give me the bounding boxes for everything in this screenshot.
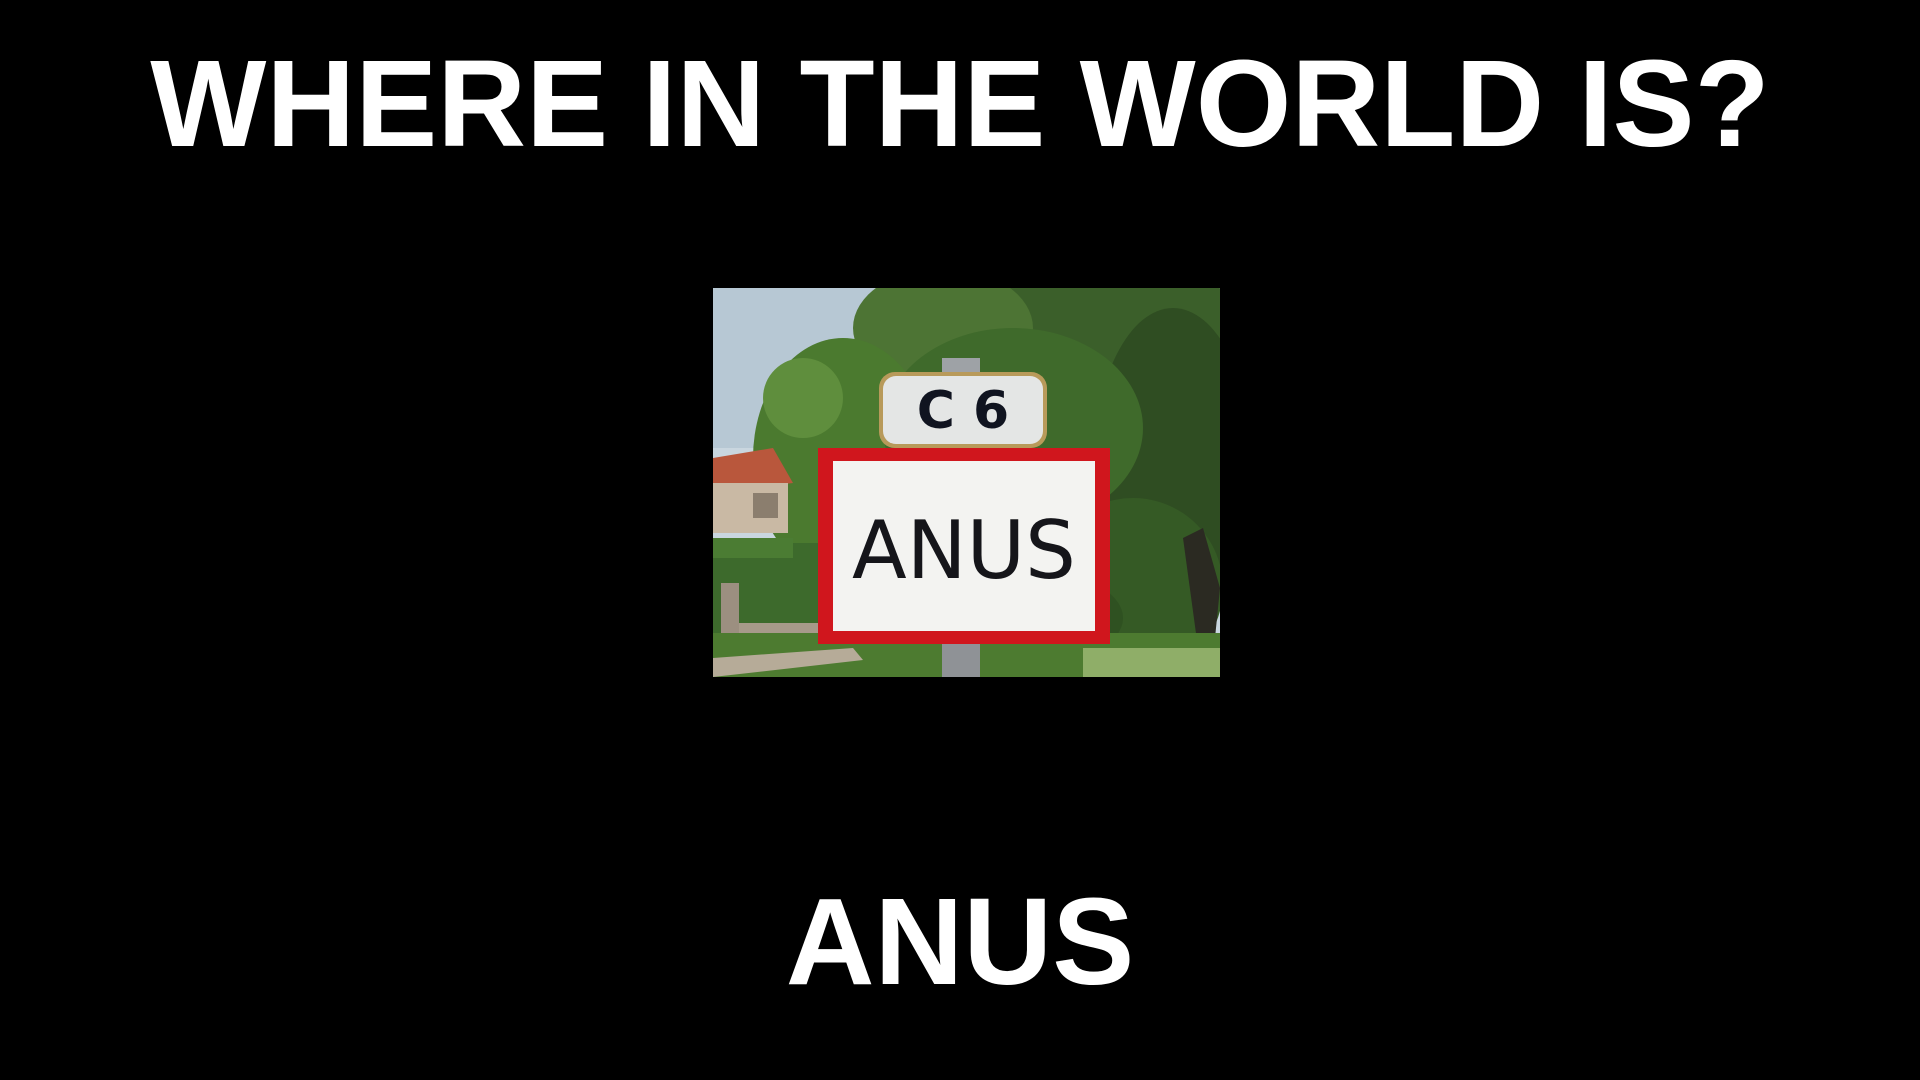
- route-sign: C 6: [879, 372, 1047, 448]
- town-sign-label: ANUS: [852, 504, 1076, 597]
- slide: WHERE IN THE WORLD IS? C 6 ANUS ANUS: [0, 0, 1920, 1080]
- town-sign: ANUS: [818, 448, 1110, 644]
- sign-pole: [942, 643, 980, 677]
- route-sign-label: C 6: [917, 381, 1009, 441]
- town-sign-illustration: C 6 ANUS: [713, 288, 1220, 677]
- question-heading: WHERE IN THE WORLD IS?: [150, 36, 1770, 173]
- town-sign-photo: C 6 ANUS: [713, 288, 1220, 677]
- answer-text: ANUS: [785, 874, 1135, 1011]
